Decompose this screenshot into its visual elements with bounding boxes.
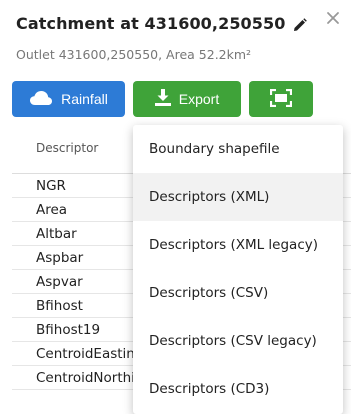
rainfall-button[interactable]: Rainfall xyxy=(12,81,125,117)
export-dropdown-menu: Boundary shapefile Descriptors (XML) Des… xyxy=(133,125,343,414)
catchment-panel: Catchment at 431600,250550 Outlet 431600… xyxy=(0,0,351,414)
pencil-icon[interactable] xyxy=(293,17,308,31)
rainfall-label: Rainfall xyxy=(61,91,108,107)
download-icon xyxy=(154,89,171,109)
fit-view-button[interactable] xyxy=(249,81,313,117)
menu-item-descriptors-xml[interactable]: Descriptors (XML) xyxy=(133,173,343,221)
cloud-icon xyxy=(29,90,53,109)
close-icon[interactable] xyxy=(325,10,341,26)
title-row: Catchment at 431600,250550 xyxy=(16,14,308,33)
outlet-subtitle: Outlet 431600,250550, Area 52.2km² xyxy=(16,47,252,62)
menu-item-descriptors-xml-legacy[interactable]: Descriptors (XML legacy) xyxy=(133,221,343,269)
menu-item-boundary-shapefile[interactable]: Boundary shapefile xyxy=(133,125,343,173)
menu-item-descriptors-cd3[interactable]: Descriptors (CD3) xyxy=(133,365,343,413)
fullscreen-icon xyxy=(269,88,293,110)
page-title: Catchment at 431600,250550 xyxy=(16,14,286,33)
menu-item-descriptors-csv[interactable]: Descriptors (CSV) xyxy=(133,269,343,317)
action-toolbar: Rainfall Export xyxy=(12,81,313,117)
menu-item-descriptors-csv-legacy[interactable]: Descriptors (CSV legacy) xyxy=(133,317,343,365)
export-label: Export xyxy=(178,91,220,107)
export-button[interactable]: Export xyxy=(133,81,241,117)
